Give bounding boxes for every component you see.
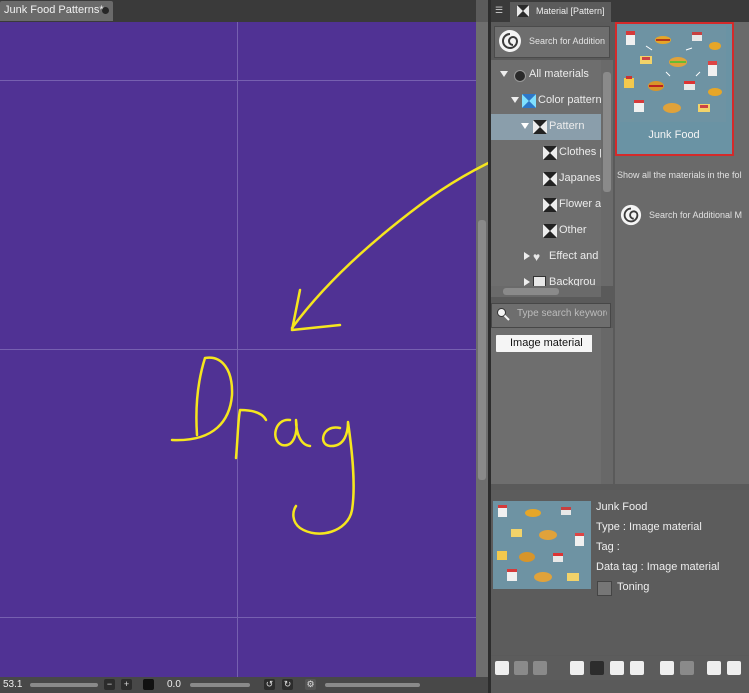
tree-item-flower[interactable]: Flower a [491,192,601,218]
document-tab[interactable]: Junk Food Patterns* [0,1,113,21]
settings-gear-icon[interactable] [707,661,721,675]
pattern-icon [543,224,557,238]
detail-view-icon[interactable] [570,661,584,675]
expanded-arrow-icon[interactable] [521,123,529,129]
zoom-out-icon[interactable]: − [104,679,115,690]
tree-item-effect[interactable]: ♥ Effect and [491,244,601,270]
detail-tag: Tag : [596,541,620,553]
delete-folder-icon[interactable] [533,661,547,675]
tree-item-pattern[interactable]: Pattern [491,114,601,140]
clip-studio-assets-icon [620,204,642,226]
material-tile-label: Junk Food [648,129,700,141]
grid-line-horizontal [0,617,476,618]
material-folder-tree[interactable]: All materials Color pattern Pattern Clot… [491,60,601,286]
small-thumbnail-view-icon[interactable] [630,661,644,675]
zoom-level[interactable]: 53.1 [3,679,22,690]
detail-data-tag: Data tag : Image material [596,561,720,573]
tree-scroll-thumb[interactable] [603,72,611,192]
horizontal-scroll-slider[interactable] [325,683,420,687]
collapsed-arrow-icon[interactable] [524,278,530,286]
grid-line-vertical [237,22,238,677]
zoom-in-icon[interactable]: + [121,679,132,690]
canvas-scroll-thumb[interactable] [478,220,486,480]
grid-line-horizontal [0,80,476,81]
detail-thumbnail [493,501,591,589]
tag-list-scrollbar[interactable] [601,328,613,484]
rotate-right-icon[interactable]: ↻ [282,679,293,690]
color-pattern-icon [522,94,536,108]
close-tab-icon[interactable] [102,7,109,14]
fit-view-icon[interactable] [143,679,154,690]
material-properties-icon[interactable] [680,661,694,675]
tree-item-all-materials[interactable]: All materials [491,62,601,88]
tree-hscroll-thumb[interactable] [503,288,559,295]
drawing-canvas[interactable] [0,22,476,677]
rotation-angle[interactable]: 0.0 [167,679,181,690]
material-tab-icon [517,5,529,17]
tag-search-placeholder: Type search keywords [517,308,607,319]
palette-tab-title: Material [Pattern] [536,6,605,16]
folder-settings-icon[interactable] [514,661,528,675]
trash-icon[interactable] [727,661,741,675]
image-icon [533,276,546,286]
detail-type: Type : Image material [596,521,702,533]
tree-item-japanese[interactable]: Japanes [491,166,601,192]
clip-studio-assets-icon [499,30,521,52]
materials-root-icon [514,70,526,82]
palette-menu-icon[interactable]: ☰ [495,5,505,15]
tree-item-other[interactable]: Other [491,218,601,244]
medium-thumbnail-view-icon[interactable] [610,661,624,675]
paste-to-canvas-icon[interactable] [660,661,674,675]
tree-horizontal-scrollbar[interactable] [491,286,601,297]
collapsed-arrow-icon[interactable] [524,252,530,260]
search-additional-label-2: Search for Additional M [649,210,743,220]
tag-image-material[interactable]: Image material [496,335,592,352]
search-additional-label: Search for Additional [529,36,605,46]
heart-icon: ♥ [533,250,541,264]
rotation-slider[interactable] [190,683,250,687]
document-tab-title: Junk Food Patterns* [4,4,104,16]
pattern-icon [543,198,557,212]
large-thumbnail-view-icon[interactable] [590,661,604,675]
tree-item-clothes[interactable]: Clothes p [491,140,601,166]
toning-label: Toning [617,581,650,593]
tree-item-color-pattern[interactable]: Color pattern [491,88,601,114]
junk-food-thumbnail [620,26,726,122]
zoom-slider[interactable] [30,683,98,687]
show-all-materials-text: Show all the materials in the fol [617,170,742,180]
tree-item-background[interactable]: Backgrou [491,270,601,286]
pattern-icon [543,146,557,160]
rotate-left-icon[interactable]: ↺ [264,679,275,690]
expanded-arrow-icon[interactable] [500,71,508,77]
search-icon [497,308,510,321]
pattern-icon [533,120,547,134]
grid-line-horizontal [0,349,476,350]
toning-checkbox[interactable] [597,581,612,596]
new-folder-icon[interactable] [495,661,509,675]
pattern-icon [543,172,557,186]
reset-rotation-icon[interactable]: ⚙ [305,679,316,690]
expanded-arrow-icon[interactable] [511,97,519,103]
detail-name: Junk Food [596,501,648,513]
